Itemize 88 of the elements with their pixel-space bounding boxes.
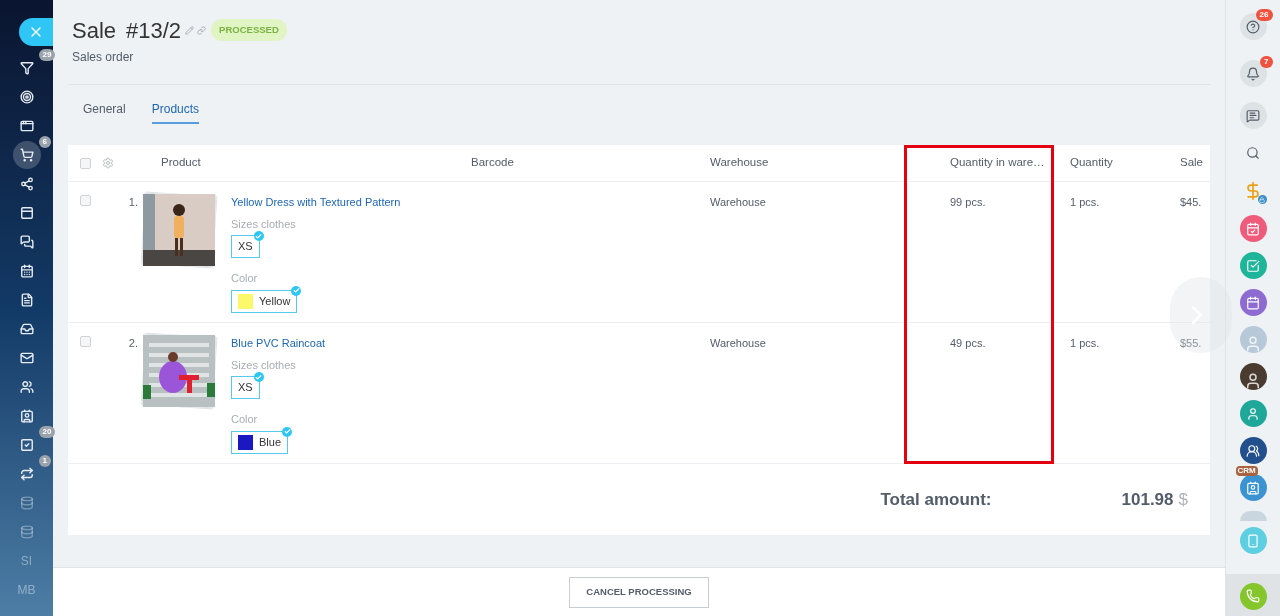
- check-badge: [291, 285, 302, 296]
- table-cell: Warehouse: [710, 337, 766, 349]
- chat-icon: [1246, 108, 1260, 123]
- count-badge: 7: [1260, 56, 1273, 68]
- avatar[interactable]: [1239, 363, 1267, 390]
- table-cell: 49 pcs.: [950, 337, 986, 349]
- mail-icon: [19, 351, 34, 365]
- app-button[interactable]: [1239, 289, 1267, 316]
- count-badge: 6: [38, 136, 51, 148]
- cart-icon: [19, 148, 34, 162]
- search-icon: [1246, 145, 1260, 160]
- help-icon: [1246, 19, 1260, 34]
- app-button[interactable]: [1239, 474, 1267, 501]
- option-label: Sizes clothes: [231, 357, 296, 373]
- lock-icon: [1257, 195, 1267, 204]
- filter-icon: [19, 61, 34, 75]
- database-icon: [19, 496, 34, 510]
- count-badge: 26: [1255, 9, 1273, 21]
- table-cell: 1 pcs.: [1070, 337, 1100, 349]
- target-icon: [19, 90, 34, 104]
- row-number: 1.: [127, 195, 138, 210]
- total-label: Total amount:: [880, 488, 992, 511]
- status-badge: PROCESSED: [211, 18, 287, 42]
- contact-card-icon: [19, 409, 34, 423]
- check-badge: [282, 426, 293, 437]
- count-badge: 1: [38, 455, 51, 467]
- table-cell: 1 pcs.: [1070, 196, 1100, 208]
- option-label: Color: [231, 412, 258, 427]
- document-icon: [19, 293, 34, 307]
- phone-cloud-icon: [1246, 533, 1260, 548]
- calendar-icon: [1246, 295, 1260, 310]
- panel-icon: [19, 206, 34, 220]
- option-chip[interactable]: Blue: [231, 430, 289, 454]
- phone-icon: [1246, 589, 1260, 603]
- table-cell: $45.: [1180, 196, 1202, 208]
- check-badge: [253, 231, 264, 241]
- select-all-checkbox[interactable]: [80, 157, 91, 169]
- table-cell: Warehouse: [710, 196, 766, 208]
- row-number: 2.: [127, 336, 138, 351]
- column-header[interactable]: Warehouse: [710, 156, 769, 169]
- row-checkbox[interactable]: [80, 195, 91, 206]
- page-subtitle: Sales order: [72, 49, 135, 66]
- window-icon: [19, 119, 34, 133]
- column-header[interactable]: Quantity: [1070, 156, 1113, 169]
- currency-sign: $: [1178, 488, 1188, 511]
- network-icon: [19, 177, 34, 191]
- task-icon: [1246, 258, 1260, 273]
- inbox-icon: [19, 322, 34, 336]
- contact-card-icon: [1246, 480, 1260, 495]
- count-badge: 29: [38, 49, 56, 61]
- count-badge: 20: [38, 426, 56, 438]
- repeat-icon: [19, 467, 34, 481]
- toolbar-button[interactable]: [1239, 13, 1267, 40]
- toolbar-button[interactable]: [1239, 102, 1267, 129]
- check-badge: [253, 372, 264, 382]
- chat-icon: [19, 235, 34, 249]
- close-button[interactable]: [19, 18, 53, 46]
- order-number: #13/2: [126, 16, 182, 45]
- column-header[interactable]: Quantity in ware…: [950, 156, 1045, 169]
- app-button[interactable]: [1239, 215, 1267, 242]
- row-checkbox[interactable]: [80, 336, 91, 347]
- task-icon: [1246, 221, 1260, 236]
- tab[interactable]: General: [83, 100, 126, 124]
- database-icon: [19, 525, 34, 539]
- product-link[interactable]: Yellow Dress with Textured Pattern: [231, 194, 401, 211]
- tab[interactable]: Products: [151, 100, 200, 124]
- checkbox-icon: [19, 438, 34, 452]
- total-value: 101.98: [1121, 488, 1174, 511]
- column-header[interactable]: Barcode: [471, 156, 514, 169]
- calendar-icon: [19, 264, 34, 278]
- table-cell: $55.: [1180, 337, 1202, 349]
- person-icon: [1246, 406, 1260, 421]
- sidebar-item[interactable]: [12, 141, 41, 169]
- column-header[interactable]: Product: [161, 156, 201, 169]
- table-cell: 99 pcs.: [950, 196, 986, 208]
- product-link[interactable]: Blue PVC Raincoat: [231, 335, 326, 352]
- group-icon: [1246, 443, 1260, 458]
- app-button[interactable]: [1239, 437, 1267, 464]
- option-label: Color: [231, 271, 258, 286]
- page-title: Sale: [72, 16, 117, 45]
- column-header[interactable]: Sale: [1180, 156, 1204, 169]
- people-icon: [19, 380, 34, 394]
- option-label: Sizes clothes: [231, 216, 296, 232]
- crm-tag: CRM: [1235, 466, 1258, 476]
- option-chip[interactable]: Yellow: [231, 289, 298, 313]
- toolbar-button[interactable]: [1239, 60, 1267, 87]
- cancel-processing-button[interactable]: CANCEL PROCESSING: [569, 577, 709, 608]
- bell-icon: [1246, 66, 1260, 81]
